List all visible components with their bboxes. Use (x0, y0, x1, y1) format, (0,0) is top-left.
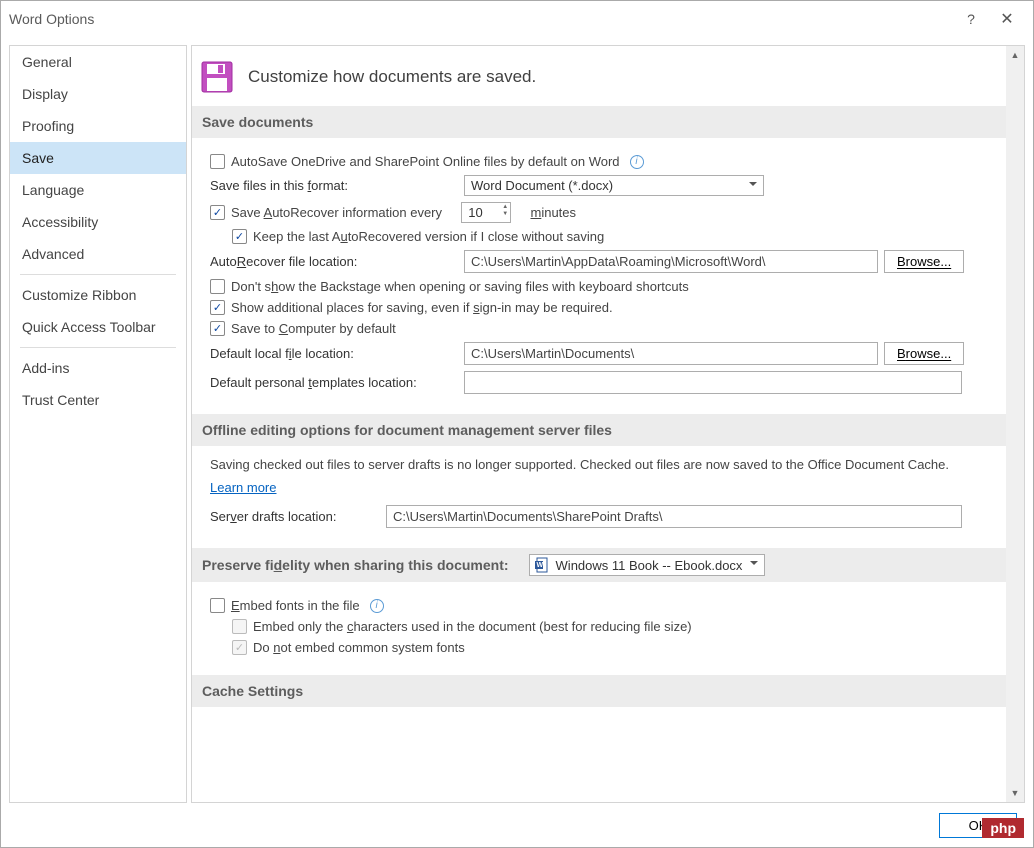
sidebar-item-display[interactable]: Display (10, 78, 186, 110)
section-preserve-fidelity: Preserve fidelity when sharing this docu… (192, 548, 1006, 582)
autorecover-location-label: AutoRecover file location: (210, 254, 458, 269)
embed-only-characters-label: Embed only the characters used in the do… (253, 619, 692, 634)
default-local-input[interactable] (464, 342, 878, 365)
default-templates-input[interactable] (464, 371, 962, 394)
info-icon[interactable]: i (370, 599, 384, 613)
autorecover-label-pre: Save AutoRecover information every (231, 205, 442, 220)
vertical-scrollbar[interactable]: ▲ ▼ (1006, 46, 1024, 802)
info-icon[interactable]: i (630, 155, 644, 169)
default-templates-label: Default personal templates location: (210, 375, 458, 390)
section-save-documents: Save documents (192, 106, 1006, 138)
sidebar-item-add-ins[interactable]: Add-ins (10, 352, 186, 384)
section-cache-settings: Cache Settings (192, 675, 1006, 707)
save-icon (200, 60, 234, 94)
sidebar-item-trust-center[interactable]: Trust Center (10, 384, 186, 416)
sidebar-item-customize-ribbon[interactable]: Customize Ribbon (10, 279, 186, 311)
dont-show-backstage-label: Don't show the Backstage when opening or… (231, 279, 689, 294)
sidebar-item-quick-access[interactable]: Quick Access Toolbar (10, 311, 186, 343)
title-bar: Word Options ? ✕ (1, 1, 1033, 37)
autosave-label: AutoSave OneDrive and SharePoint Online … (231, 154, 620, 169)
show-additional-checkbox[interactable] (210, 300, 225, 315)
autorecover-minutes-spinner[interactable]: 10▲▼ (461, 202, 511, 223)
autorecover-location-input[interactable] (464, 250, 878, 273)
close-button[interactable]: ✕ (989, 1, 1025, 37)
format-select[interactable]: Word Document (*.docx) (464, 175, 764, 196)
preserve-document-select[interactable]: W Windows 11 Book -- Ebook.docx (529, 554, 766, 576)
section-offline: Offline editing options for document man… (192, 414, 1006, 446)
autorecover-checkbox[interactable] (210, 205, 225, 220)
autorecover-browse-button[interactable]: Browse... (884, 250, 964, 273)
keep-last-checkbox[interactable] (232, 229, 247, 244)
default-local-browse-button[interactable]: Browse... (884, 342, 964, 365)
dont-show-backstage-checkbox[interactable] (210, 279, 225, 294)
server-drafts-input[interactable] (386, 505, 962, 528)
scroll-down-arrow[interactable]: ▼ (1006, 784, 1024, 802)
sidebar-item-advanced[interactable]: Advanced (10, 238, 186, 270)
page-subtitle: Customize how documents are saved. (248, 67, 536, 87)
sidebar-item-proofing[interactable]: Proofing (10, 110, 186, 142)
embed-only-characters-checkbox (232, 619, 247, 634)
sidebar-item-save[interactable]: Save (10, 142, 186, 174)
learn-more-link[interactable]: Learn more (210, 480, 276, 495)
main-panel: Customize how documents are saved. Save … (192, 46, 1006, 802)
keep-last-label: Keep the last AutoRecovered version if I… (253, 229, 604, 244)
show-additional-label: Show additional places for saving, even … (231, 300, 613, 315)
save-to-computer-label: Save to Computer by default (231, 321, 396, 336)
autosave-checkbox[interactable] (210, 154, 225, 169)
autorecover-unit: minutes (530, 205, 576, 220)
watermark-logo: php (982, 818, 1024, 838)
scroll-up-arrow[interactable]: ▲ (1006, 46, 1024, 64)
embed-fonts-checkbox[interactable] (210, 598, 225, 613)
server-drafts-label: Server drafts location: (210, 509, 380, 524)
offline-note: Saving checked out files to server draft… (210, 456, 988, 474)
save-to-computer-checkbox[interactable] (210, 321, 225, 336)
sidebar-item-language[interactable]: Language (10, 174, 186, 206)
embed-fonts-label: Embed fonts in the file (231, 598, 360, 613)
dialog-footer: OK (1, 803, 1033, 847)
do-not-embed-label: Do not embed common system fonts (253, 640, 465, 655)
sidebar-item-accessibility[interactable]: Accessibility (10, 206, 186, 238)
format-label: Save files in this format: (210, 178, 458, 193)
sidebar-nav: General Display Proofing Save Language A… (9, 45, 187, 803)
window-title: Word Options (9, 11, 94, 27)
help-button[interactable]: ? (953, 1, 989, 37)
word-document-icon: W (534, 557, 550, 573)
do-not-embed-checkbox (232, 640, 247, 655)
sidebar-item-general[interactable]: General (10, 46, 186, 78)
default-local-label: Default local file location: (210, 346, 458, 361)
svg-text:W: W (536, 562, 543, 569)
